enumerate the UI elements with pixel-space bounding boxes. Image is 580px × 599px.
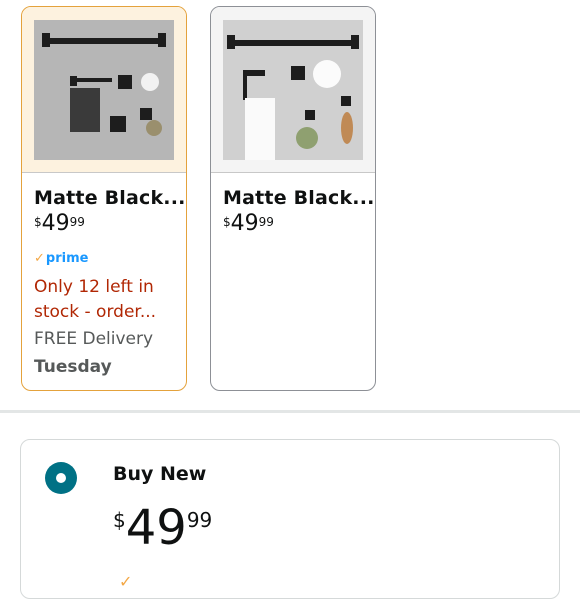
bathroom-hardware-set-icon — [34, 19, 174, 160]
radio-selected-dot — [56, 473, 66, 483]
prime-badge: ✓ prime — [34, 251, 174, 266]
buy-new-label: Buy New — [113, 463, 207, 485]
price-fraction: 99 — [258, 215, 274, 229]
product-card-2[interactable]: Matte Black... $ 49 99 — [210, 6, 376, 391]
delivery-day: Tuesday — [34, 357, 112, 377]
prime-check-icon: ✓ — [119, 572, 133, 591]
delivery-text: FREE Delivery — [34, 329, 154, 349]
price-currency: $ — [34, 215, 42, 229]
buy-new-option[interactable]: Buy New $ 49 99 ✓ — [20, 439, 560, 599]
product-price: $ 49 99 — [223, 213, 363, 235]
product-price: $ 49 99 — [34, 213, 174, 235]
price-fraction: 99 — [186, 508, 213, 532]
product-title[interactable]: Matte Black... — [223, 187, 374, 209]
price-currency: $ — [223, 215, 231, 229]
product-image-1[interactable] — [22, 7, 186, 173]
price-currency: $ — [113, 508, 126, 532]
prime-check-icon: ✓ — [34, 251, 45, 266]
product-image-2[interactable] — [211, 7, 375, 173]
price-whole: 49 — [41, 211, 70, 236]
buy-new-radio[interactable] — [45, 462, 77, 494]
section-divider — [0, 410, 580, 413]
stock-status: Only 12 left in stock - order... — [34, 277, 157, 322]
product-title[interactable]: Matte Black... — [34, 187, 185, 209]
bathroom-hardware-set-icon — [223, 19, 363, 160]
prime-label: prime — [45, 251, 89, 266]
buy-new-price: $ 49 99 — [113, 504, 212, 552]
price-whole: 49 — [230, 211, 259, 236]
price-fraction: 99 — [69, 215, 85, 229]
price-whole: 49 — [125, 500, 187, 556]
product-card-1[interactable]: Matte Black... $ 49 99 ✓ prime Only 12 l… — [21, 6, 187, 391]
